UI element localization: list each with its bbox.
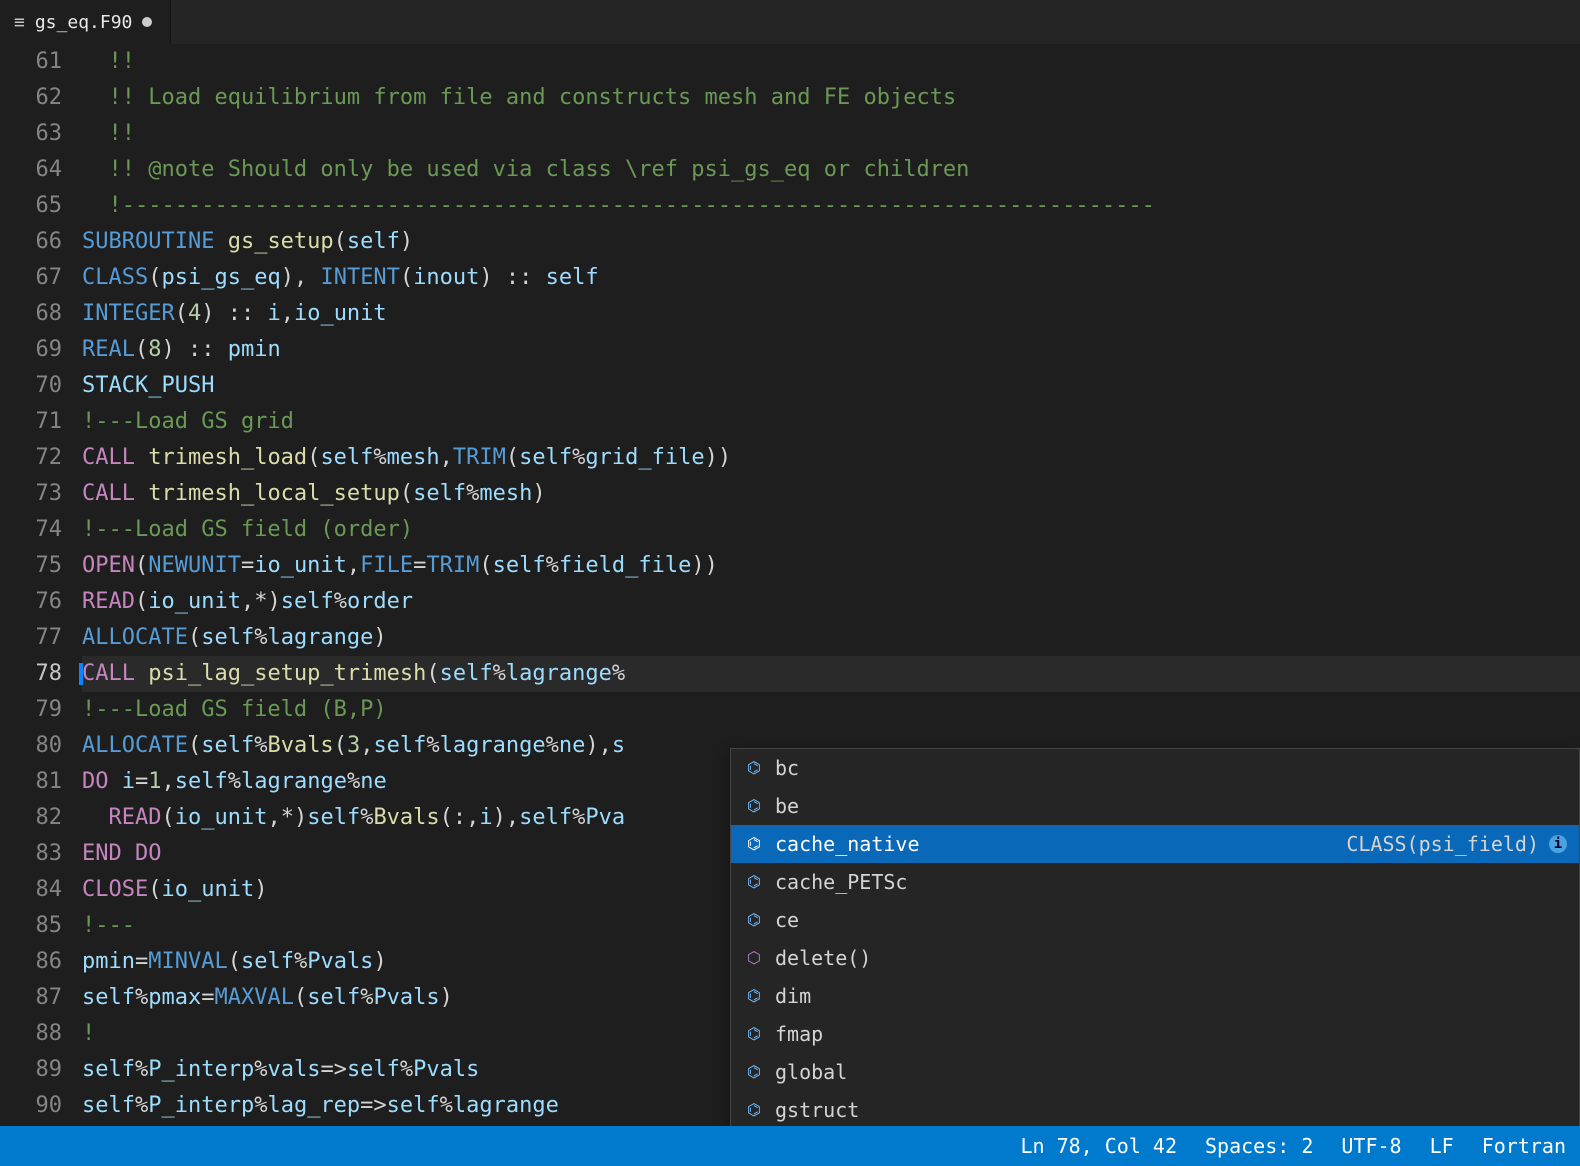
suggest-label: delete() [775, 940, 1567, 976]
tab-gs-eq[interactable]: ≡ gs_eq.F90 [0, 0, 171, 44]
tab-title: gs_eq.F90 [35, 12, 133, 33]
line-number: 77 [0, 620, 62, 656]
line-number: 82 [0, 800, 62, 836]
line-number: 68 [0, 296, 62, 332]
field-icon: ⌬ [743, 1054, 765, 1090]
line-number: 71 [0, 404, 62, 440]
line-number: 74 [0, 512, 62, 548]
status-encoding[interactable]: UTF-8 [1341, 1134, 1401, 1158]
line-number: 76 [0, 584, 62, 620]
suggest-item[interactable]: ⌬ dim [731, 977, 1579, 1015]
field-icon: ⌬ [743, 788, 765, 824]
line-gutter: 6162636465666768697071727374757677787980… [0, 44, 82, 1124]
line-number: 89 [0, 1052, 62, 1088]
code-line[interactable]: !! @note Should only be used via class \… [82, 152, 1580, 188]
code-line[interactable]: READ(io_unit,*)self%order [82, 584, 1580, 620]
code-line[interactable]: !---Load GS field (B,P) [82, 692, 1580, 728]
suggest-label: be [775, 788, 1567, 824]
intellisense-popup[interactable]: ⌬ bc ⌬ be ⌬ cache_native CLASS(psi_field) i ⌬ cac… [730, 748, 1580, 1166]
line-number: 88 [0, 1016, 62, 1052]
code-line[interactable]: INTEGER(4) :: i,io_unit [82, 296, 1580, 332]
editor[interactable]: 6162636465666768697071727374757677787980… [0, 44, 1580, 1124]
suggest-label: cache_PETSc [775, 864, 1567, 900]
tab-bar: ≡ gs_eq.F90 [0, 0, 1580, 44]
field-icon: ⌬ [743, 1016, 765, 1052]
line-number: 84 [0, 872, 62, 908]
line-number: 66 [0, 224, 62, 260]
code-line[interactable]: CALL trimesh_local_setup(self%mesh) [82, 476, 1580, 512]
suggest-label: fmap [775, 1016, 1567, 1052]
line-number: 78 [0, 656, 62, 692]
status-eol[interactable]: LF [1430, 1134, 1454, 1158]
field-icon: ⌬ [743, 902, 765, 938]
code-line[interactable]: !! [82, 116, 1580, 152]
field-icon: ⌬ [743, 1092, 765, 1128]
code-line[interactable]: STACK_PUSH [82, 368, 1580, 404]
code-line[interactable]: !! [82, 44, 1580, 80]
line-number: 72 [0, 440, 62, 476]
line-number: 61 [0, 44, 62, 80]
line-number: 80 [0, 728, 62, 764]
line-number: 81 [0, 764, 62, 800]
suggest-detail: CLASS(psi_field) [1346, 826, 1539, 862]
info-icon[interactable]: i [1549, 835, 1567, 853]
suggest-label: dim [775, 978, 1567, 1014]
status-bar: Ln 78, Col 42 Spaces: 2 UTF-8 LF Fortran [0, 1126, 1580, 1166]
dirty-indicator-icon [142, 17, 152, 27]
field-icon: ⌬ [743, 978, 765, 1014]
suggest-item[interactable]: ⌬ be [731, 787, 1579, 825]
suggest-item[interactable]: ⌬ cache_PETSc [731, 863, 1579, 901]
hamburger-icon: ≡ [14, 12, 25, 33]
line-number: 65 [0, 188, 62, 224]
line-number: 79 [0, 692, 62, 728]
suggest-item[interactable]: ⌬ fmap [731, 1015, 1579, 1053]
suggest-label: ce [775, 902, 1567, 938]
suggest-item[interactable]: ⬡ delete() [731, 939, 1579, 977]
status-indent[interactable]: Spaces: 2 [1205, 1134, 1313, 1158]
code-line[interactable]: CALL psi_lag_setup_trimesh(self%lagrange… [82, 656, 1580, 692]
code-line[interactable]: OPEN(NEWUNIT=io_unit,FILE=TRIM(self%fiel… [82, 548, 1580, 584]
suggest-label: cache_native [775, 826, 1336, 862]
suggest-item[interactable]: ⌬ bc [731, 749, 1579, 787]
code-line[interactable]: !---Load GS grid [82, 404, 1580, 440]
suggest-item[interactable]: ⌬ global [731, 1053, 1579, 1091]
line-number: 83 [0, 836, 62, 872]
line-number: 62 [0, 80, 62, 116]
suggest-item[interactable]: ⌬ ce [731, 901, 1579, 939]
line-number: 69 [0, 332, 62, 368]
field-icon: ⌬ [743, 826, 765, 862]
code-line[interactable]: REAL(8) :: pmin [82, 332, 1580, 368]
line-number: 70 [0, 368, 62, 404]
code-line[interactable]: CLASS(psi_gs_eq), INTENT(inout) :: self [82, 260, 1580, 296]
line-number: 90 [0, 1088, 62, 1124]
suggest-label: gstruct [775, 1092, 1567, 1128]
field-icon: ⌬ [743, 864, 765, 900]
suggest-label: bc [775, 750, 1567, 786]
line-number: 64 [0, 152, 62, 188]
line-number: 85 [0, 908, 62, 944]
line-number: 87 [0, 980, 62, 1016]
line-number: 73 [0, 476, 62, 512]
field-icon: ⌬ [743, 750, 765, 786]
line-number: 63 [0, 116, 62, 152]
status-position[interactable]: Ln 78, Col 42 [1020, 1134, 1177, 1158]
status-language[interactable]: Fortran [1482, 1134, 1566, 1158]
code-line[interactable]: CALL trimesh_load(self%mesh,TRIM(self%gr… [82, 440, 1580, 476]
code-line[interactable]: !---Load GS field (order) [82, 512, 1580, 548]
method-icon: ⬡ [743, 940, 765, 976]
code-line[interactable]: ALLOCATE(self%lagrange) [82, 620, 1580, 656]
current-line-marker [79, 663, 83, 685]
line-number: 75 [0, 548, 62, 584]
code-line[interactable]: SUBROUTINE gs_setup(self) [82, 224, 1580, 260]
code-line[interactable]: !---------------------------------------… [82, 188, 1580, 224]
line-number: 86 [0, 944, 62, 980]
code-line[interactable]: !! Load equilibrium from file and constr… [82, 80, 1580, 116]
suggest-item[interactable]: ⌬ gstruct [731, 1091, 1579, 1129]
suggest-item[interactable]: ⌬ cache_native CLASS(psi_field) i [731, 825, 1579, 863]
suggest-label: global [775, 1054, 1567, 1090]
line-number: 67 [0, 260, 62, 296]
